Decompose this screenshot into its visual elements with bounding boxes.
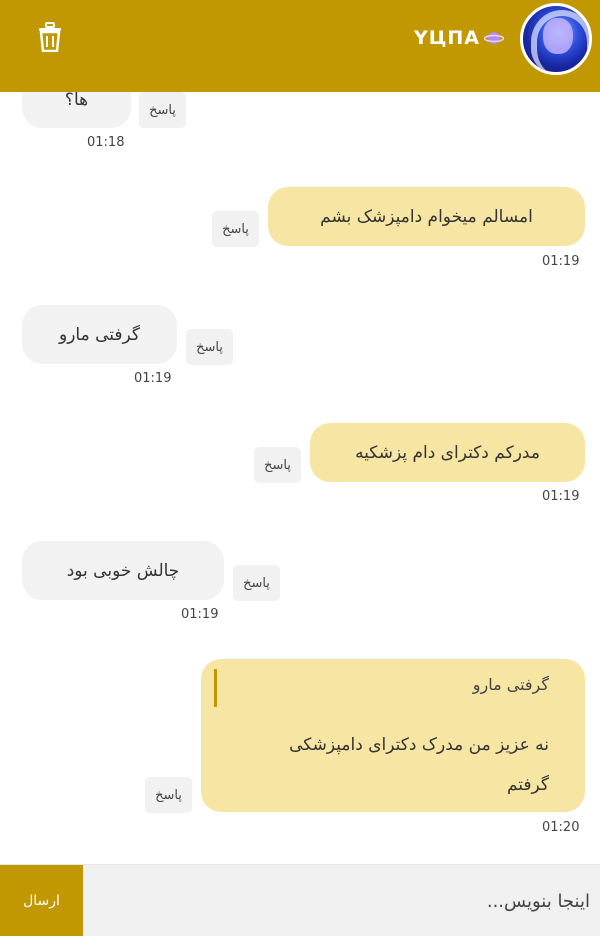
quote-bar xyxy=(214,669,217,707)
reply-button[interactable]: پاسخ xyxy=(145,777,192,813)
reply-button[interactable]: پاسخ xyxy=(254,447,301,483)
contact-name: YЦПA xyxy=(414,27,480,49)
send-button[interactable]: ارسال xyxy=(0,865,83,937)
message-text: نه عزیز من مدرک دکترای دامپزشکی گرفتم xyxy=(289,735,549,795)
avatar[interactable] xyxy=(520,3,592,75)
reply-button[interactable]: پاسخ xyxy=(212,211,259,247)
contact-title[interactable]: YЦПA xyxy=(414,24,504,52)
bottom-bar xyxy=(0,936,600,948)
message-time: 01:18 xyxy=(87,135,125,150)
message-input[interactable] xyxy=(95,865,590,937)
message-text: چالش خوبی بود xyxy=(66,560,180,581)
message-time: 01:19 xyxy=(542,489,580,504)
message-bubble-incoming[interactable]: گرفتی مارو xyxy=(22,305,177,364)
message-bubble-outgoing-with-quote[interactable]: گرفتی مارو نه عزیز من مدرک دکترای دامپزش… xyxy=(201,659,585,812)
reply-button[interactable]: پاسخ xyxy=(233,565,280,601)
planet-icon xyxy=(484,32,504,44)
message-composer: ارسال xyxy=(0,864,600,937)
message-time: 01:19 xyxy=(181,607,219,622)
reply-button[interactable]: پاسخ xyxy=(186,329,233,365)
message-time: 01:19 xyxy=(542,254,580,269)
message-text: ها؟ xyxy=(64,90,89,110)
message-bubble-outgoing[interactable]: امسالم میخوام دامپزشک بشم xyxy=(268,187,585,246)
chat-header: YЦПA xyxy=(0,0,600,92)
message-text: امسالم میخوام دامپزشک بشم xyxy=(320,206,533,227)
message-bubble-incoming[interactable]: چالش خوبی بود xyxy=(22,541,224,600)
quoted-message-text[interactable]: گرفتی مارو xyxy=(473,675,549,694)
message-time: 01:20 xyxy=(542,820,580,835)
message-time: 01:19 xyxy=(134,371,172,386)
message-text: گرفتی مارو xyxy=(59,324,141,345)
reply-button[interactable]: پاسخ xyxy=(139,92,186,128)
message-text: مدرکم دکترای دام پزشکیه xyxy=(355,442,540,463)
trash-icon[interactable] xyxy=(36,22,64,52)
message-bubble-outgoing[interactable]: مدرکم دکترای دام پزشکیه xyxy=(310,423,585,482)
